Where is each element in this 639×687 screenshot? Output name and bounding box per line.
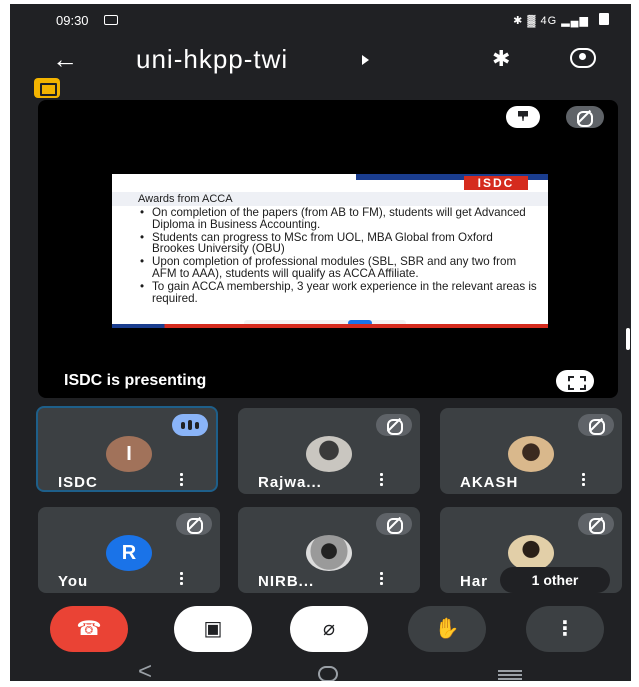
more-options-icon[interactable] (180, 472, 183, 488)
participant-name: NIRB... (258, 573, 315, 590)
status-bar: 09:30 ✱ ▓ 4G ▂▄▆ (56, 12, 609, 32)
more-options-button[interactable]: ⋮ (526, 606, 604, 652)
mic-off-icon (578, 414, 614, 436)
scrollbar[interactable] (626, 328, 630, 350)
more-options-icon[interactable] (582, 472, 585, 488)
avatar: I (106, 436, 152, 472)
fullscreen-icon[interactable] (556, 370, 594, 392)
participant-tile[interactable]: I ISDC (36, 406, 218, 492)
more-vert-icon: ⋮ (555, 618, 575, 640)
avatar (306, 436, 352, 472)
slide-bullet: To gain ACCA membership, 3 year work exp… (138, 280, 538, 305)
switch-camera-icon[interactable] (570, 48, 596, 68)
participant-tile[interactable]: Har 1 other (440, 507, 622, 593)
pin-icon[interactable] (506, 106, 540, 128)
raise-hand-button[interactable]: ✋ (408, 606, 486, 652)
more-options-icon[interactable] (180, 571, 183, 587)
slide-bottom-bar (112, 324, 548, 328)
avatar (306, 535, 352, 571)
frame-bottom (0, 681, 639, 687)
avatar (508, 535, 554, 571)
status-icons: ✱ ▓ 4G ▂▄▆ (513, 13, 609, 27)
back-arrow-icon[interactable]: ← (52, 44, 78, 74)
mic-off-icon: ⌀ (322, 618, 336, 640)
participant-name: You (58, 573, 89, 590)
end-call-button[interactable]: ☎ (50, 606, 128, 652)
frame-top (0, 0, 639, 4)
status-icons-text: ✱ ▓ 4G ▂▄▆ (513, 15, 589, 27)
presenting-label: ISDC is presenting (64, 372, 207, 389)
mic-toggle-button[interactable]: ⌀ (290, 606, 368, 652)
mic-off-icon (578, 513, 614, 535)
more-options-icon[interactable] (380, 571, 383, 587)
participant-tile[interactable]: R You (38, 507, 220, 593)
camera-toggle-button[interactable]: ▣ (174, 606, 252, 652)
app-bar: ← uni-hkpp-twi ✱ (40, 44, 609, 80)
other-participants-chip[interactable]: 1 other (500, 567, 610, 593)
phone-hangup-icon: ☎ (76, 618, 102, 640)
camera-off-icon: ▣ (203, 618, 223, 640)
participant-tile[interactable]: NIRB... (238, 507, 420, 593)
mic-off-icon (376, 414, 412, 436)
battery-icon (599, 13, 609, 25)
cast-icon (104, 15, 118, 25)
participant-tile[interactable]: Rajwa... (238, 408, 420, 494)
nav-home-icon[interactable] (318, 666, 338, 682)
call-controls: ☎ ▣ ⌀ ✋ ⋮ (0, 606, 639, 658)
mic-off-icon (176, 513, 212, 535)
meeting-code-title[interactable]: uni-hkpp-twi (136, 44, 288, 74)
participant-name: Rajwa... (258, 474, 322, 491)
participant-name: AKASH (460, 474, 519, 491)
speaking-indicator-icon (172, 414, 208, 436)
avatar: R (106, 535, 152, 571)
frame-right (631, 0, 639, 687)
bluetooth-audio-icon[interactable]: ✱ (492, 44, 510, 74)
mic-off-icon (376, 513, 412, 535)
shared-slide: ISDC Awards from ACCA On completion of t… (112, 174, 548, 328)
slide-bullet: On completion of the papers (from AB to … (138, 207, 538, 231)
camera-off-badge-icon (34, 78, 60, 98)
participant-tile[interactable]: AKASH (440, 408, 622, 494)
participant-name: ISDC (58, 474, 98, 491)
nav-recents-icon[interactable] (498, 670, 522, 680)
slide-bullet: Students can progress to MSc from UOL, M… (138, 231, 538, 256)
phone-screen: 09:30 ✱ ▓ 4G ▂▄▆ ← uni-hkpp-twi ✱ ISDC A… (0, 0, 639, 687)
more-options-icon[interactable] (380, 472, 383, 488)
participant-name: Har (460, 573, 489, 590)
avatar (508, 436, 554, 472)
status-time: 09:30 (56, 13, 89, 28)
slide-bullets: On completion of the papers (from AB to … (138, 207, 538, 305)
presentation-stage: ISDC Awards from ACCA On completion of t… (38, 100, 618, 398)
slide-bullet: Upon completion of professional modules … (138, 256, 538, 280)
slide-heading: Awards from ACCA (112, 192, 548, 206)
frame-left (0, 0, 10, 687)
raise-hand-icon: ✋ (434, 618, 460, 640)
presenter-mic-off-icon (566, 106, 604, 128)
caret-right-icon[interactable] (362, 55, 369, 65)
slide-logo: ISDC (464, 176, 528, 190)
